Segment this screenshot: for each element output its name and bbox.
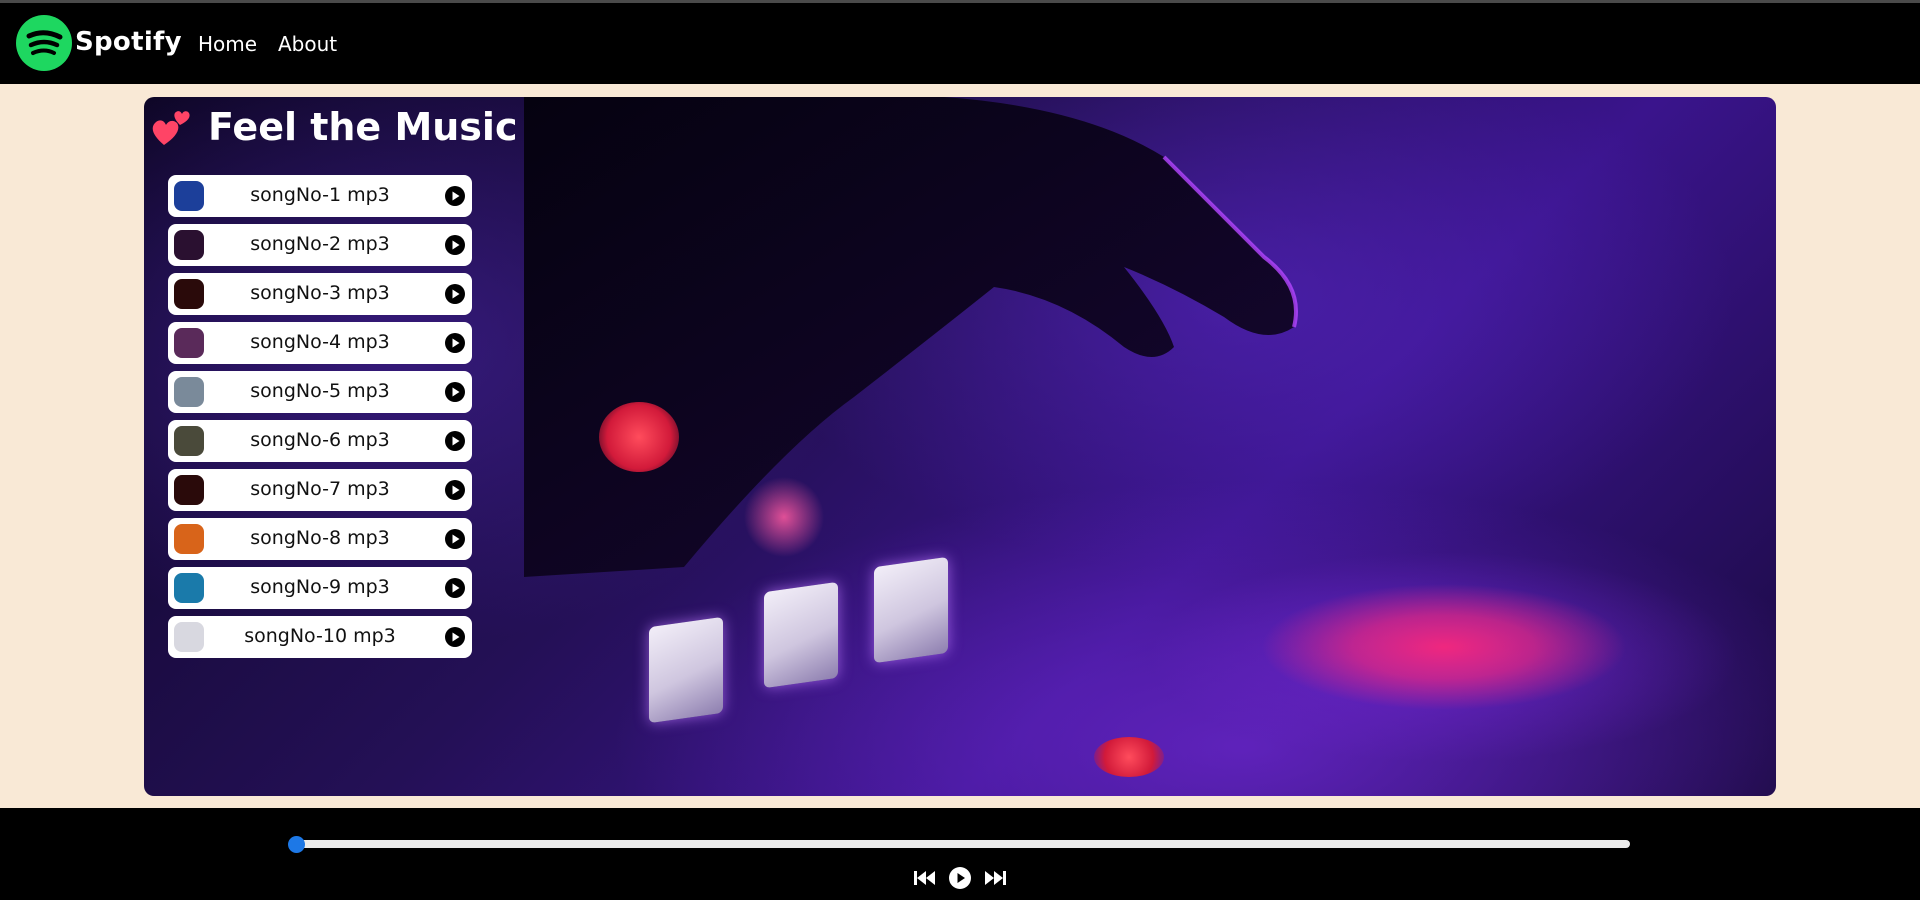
song-list-container: Feel the Music songNo-1 mp3 songNo-2 mp3… — [144, 97, 1776, 796]
play-icon[interactable] — [444, 332, 466, 354]
song-item[interactable]: songNo-5 mp3 — [168, 371, 472, 413]
song-item[interactable]: songNo-6 mp3 — [168, 420, 472, 462]
nav-link-home[interactable]: Home — [198, 32, 257, 56]
hearts-icon — [152, 111, 190, 145]
song-name: songNo-1 mp3 — [250, 184, 390, 206]
song-item[interactable]: songNo-3 mp3 — [168, 273, 472, 315]
play-icon[interactable] — [444, 234, 466, 256]
mixer-fader — [874, 556, 948, 664]
song-item[interactable]: songNo-7 mp3 — [168, 469, 472, 511]
song-item[interactable]: songNo-8 mp3 — [168, 518, 472, 560]
next-track-icon[interactable] — [982, 866, 1008, 890]
song-name: songNo-9 mp3 — [250, 576, 390, 598]
song-name: songNo-5 mp3 — [250, 380, 390, 402]
song-name: songNo-2 mp3 — [250, 233, 390, 255]
page-title: Feel the Music — [208, 105, 518, 149]
song-item[interactable]: songNo-1 mp3 — [168, 175, 472, 217]
song-list: songNo-1 mp3 songNo-2 mp3 songNo-3 mp3 s… — [168, 175, 472, 665]
song-name: songNo-3 mp3 — [250, 282, 390, 304]
song-name: songNo-4 mp3 — [250, 331, 390, 353]
play-pause-icon[interactable] — [948, 866, 972, 890]
song-name: songNo-10 mp3 — [244, 625, 396, 647]
play-icon[interactable] — [444, 479, 466, 501]
play-icon[interactable] — [444, 430, 466, 452]
play-icon[interactable] — [444, 528, 466, 550]
play-icon[interactable] — [444, 185, 466, 207]
progress-thumb[interactable] — [287, 836, 305, 853]
play-icon[interactable] — [444, 577, 466, 599]
song-name: songNo-7 mp3 — [250, 478, 390, 500]
brand-name[interactable]: Spotify — [75, 27, 182, 57]
progress-bar[interactable] — [296, 840, 1630, 848]
song-item[interactable]: songNo-2 mp3 — [168, 224, 472, 266]
song-item[interactable]: songNo-4 mp3 — [168, 322, 472, 364]
navbar: Spotify Home About — [0, 3, 1920, 84]
play-icon[interactable] — [444, 626, 466, 648]
song-item[interactable]: songNo-9 mp3 — [168, 567, 472, 609]
play-icon[interactable] — [444, 283, 466, 305]
mixer-knob — [599, 402, 679, 472]
hand-silhouette — [524, 97, 1298, 577]
bottom-player — [0, 808, 1920, 900]
song-name: songNo-6 mp3 — [250, 429, 390, 451]
song-item[interactable]: songNo-10 mp3 — [168, 616, 472, 658]
previous-track-icon[interactable] — [912, 866, 938, 890]
play-icon[interactable] — [444, 381, 466, 403]
song-name: songNo-8 mp3 — [250, 527, 390, 549]
mixer-knob — [1094, 737, 1164, 777]
mixer-fader — [764, 581, 838, 689]
mixer-fader — [649, 616, 723, 724]
spotify-logo-icon[interactable] — [16, 15, 72, 71]
nav-link-about[interactable]: About — [278, 32, 337, 56]
